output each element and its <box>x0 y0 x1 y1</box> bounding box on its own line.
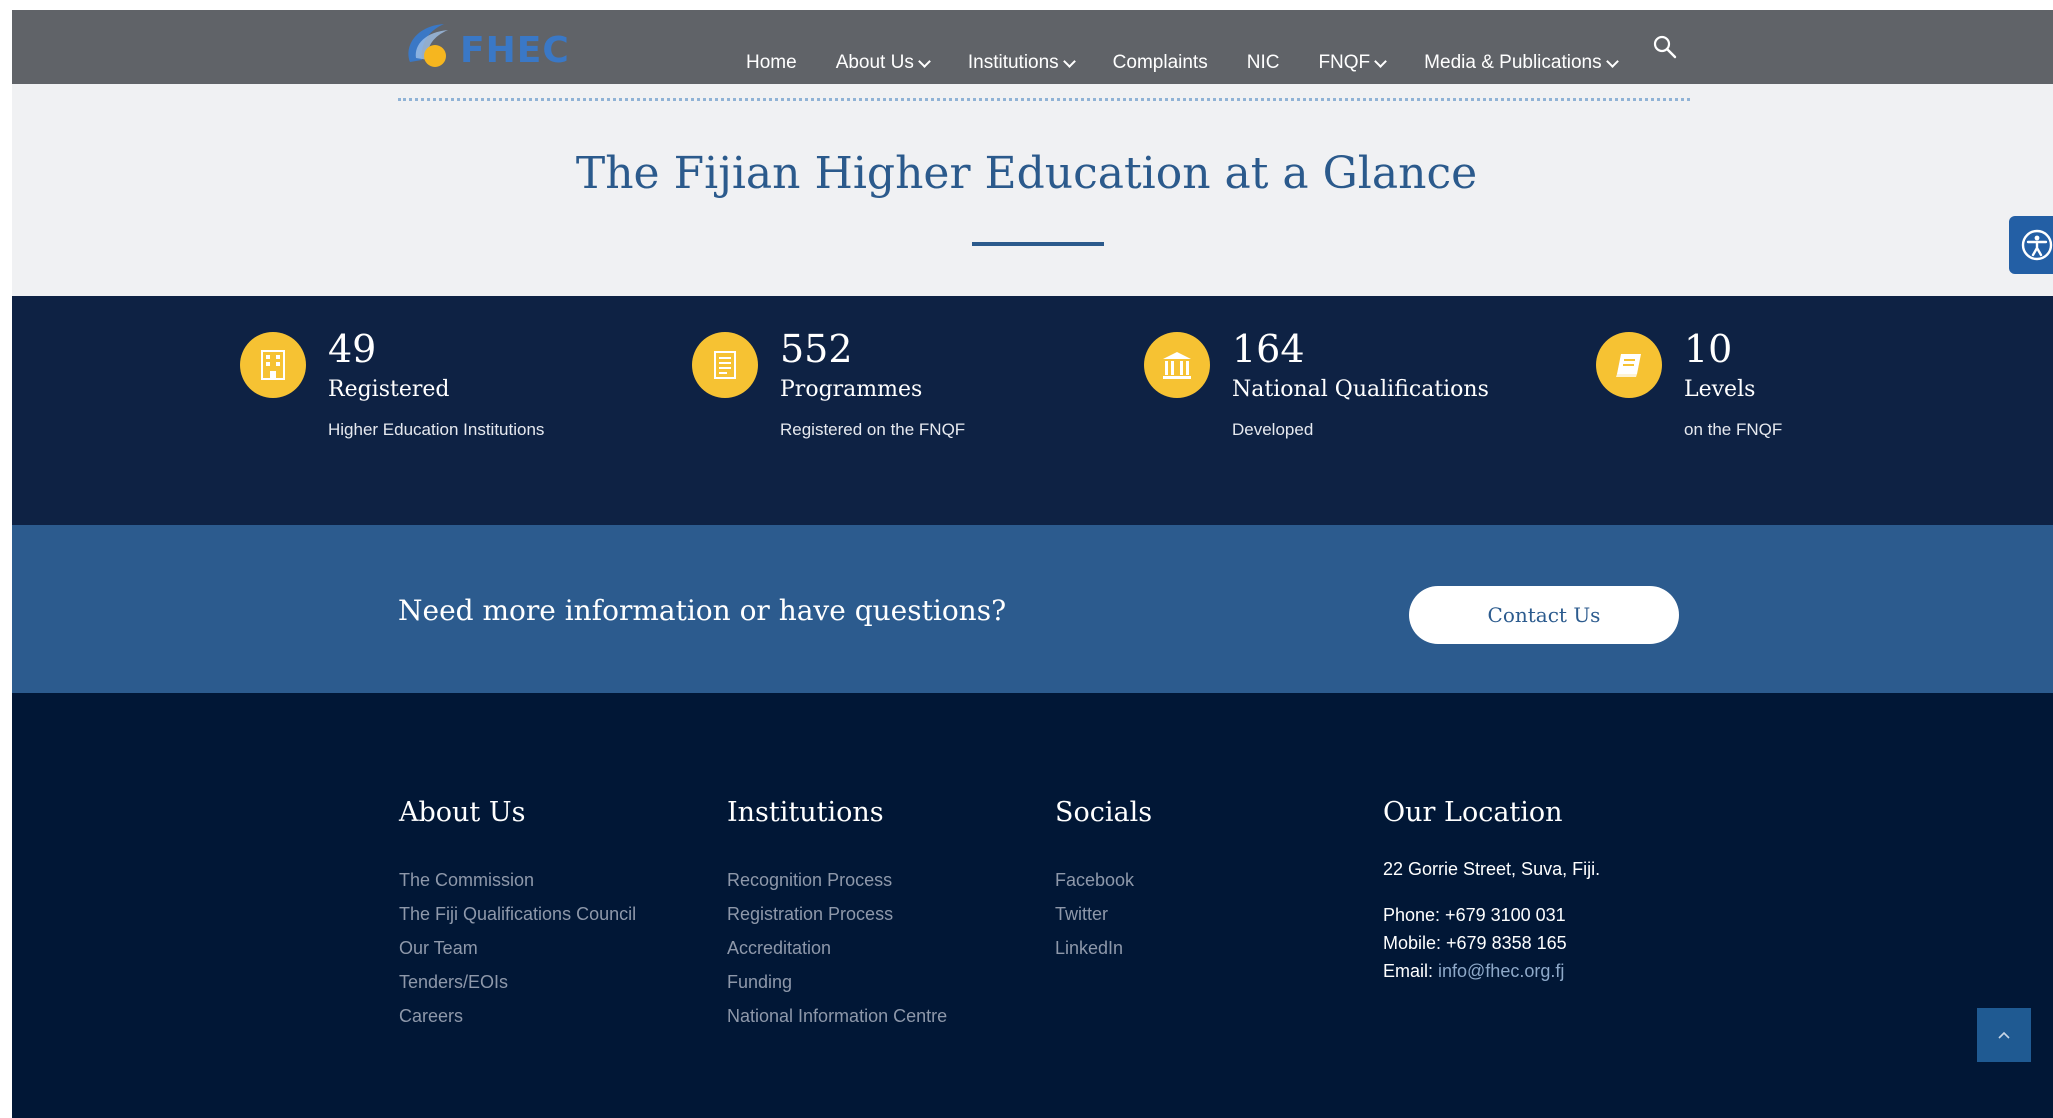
footer-link-commission[interactable]: The Commission <box>399 863 636 897</box>
stat-number: 164 <box>1232 327 1305 371</box>
stat-subtext: Higher Education Institutions <box>328 420 545 439</box>
stat-subtext: Developed <box>1232 420 1314 439</box>
nav-about-us[interactable]: About Us <box>835 52 931 74</box>
nav-complaints[interactable]: Complaints <box>1113 52 1208 74</box>
book-icon <box>1596 332 1662 398</box>
chevron-down-icon <box>1605 54 1619 68</box>
footer-location-column: Our Location 22 Gorrie Street, Suva, Fij… <box>1383 795 1600 985</box>
footer-institutions-column: Institutions Recognition Process Registr… <box>727 795 947 1033</box>
footer-link-recognition[interactable]: Recognition Process <box>727 863 947 897</box>
nav-about-us-label: About Us <box>835 52 914 73</box>
footer-socials-title: Socials <box>1055 797 1153 828</box>
footer-about-title: About Us <box>399 797 526 828</box>
stat-number: 49 <box>328 327 377 371</box>
logo-text: FHEC <box>460 30 570 71</box>
chevron-up-icon <box>1998 1031 2010 1039</box>
nav-home[interactable]: Home <box>746 52 797 74</box>
footer-about-column: About Us The Commission The Fiji Qualifi… <box>399 795 636 1033</box>
stat-label: National Qualifications <box>1232 377 1489 402</box>
footer-email-link[interactable]: info@fhec.org.fj <box>1438 961 1564 981</box>
page-title: The Fijian Higher Education at a Glance <box>575 148 1478 199</box>
title-underline <box>972 242 1104 246</box>
footer-institutions-title: Institutions <box>727 797 884 828</box>
nav-home-label: Home <box>746 52 797 73</box>
building-icon <box>240 332 306 398</box>
stat-label: Registered <box>328 377 450 402</box>
footer-phone: Phone: +679 3100 031 <box>1383 905 1566 925</box>
institution-icon <box>1144 332 1210 398</box>
nav-media-publications[interactable]: Media & Publications <box>1424 52 1619 74</box>
contact-us-button[interactable]: Contact Us <box>1409 586 1679 644</box>
footer-address: 22 Gorrie Street, Suva, Fiji. <box>1383 859 1601 879</box>
search-icon[interactable] <box>1652 34 1678 60</box>
footer-link-registration[interactable]: Registration Process <box>727 897 947 931</box>
stat-number: 552 <box>780 327 853 371</box>
footer-link-nic[interactable]: National Information Centre <box>727 999 947 1033</box>
footer-mobile: Mobile: +679 8358 165 <box>1383 933 1567 953</box>
back-to-top-button[interactable] <box>1977 1008 2031 1062</box>
chevron-down-icon <box>917 54 931 68</box>
main-nav: Home About Us Institutions Complaints NI… <box>746 52 1656 74</box>
footer-link-our-team[interactable]: Our Team <box>399 931 636 965</box>
dotted-divider <box>398 98 1690 101</box>
nav-complaints-label: Complaints <box>1112 52 1208 73</box>
nav-institutions-label: Institutions <box>967 52 1059 73</box>
footer-link-funding[interactable]: Funding <box>727 965 947 999</box>
nav-fnqf-label: FNQF <box>1318 52 1371 73</box>
footer-link-facebook[interactable]: Facebook <box>1055 863 1152 897</box>
site-footer: About Us The Commission The Fiji Qualifi… <box>12 693 2053 1118</box>
footer-email-row: Email: info@fhec.org.fj <box>1383 957 1600 985</box>
stat-subtext: Registered on the FNQF <box>780 420 966 439</box>
nav-fnqf[interactable]: FNQF <box>1318 52 1388 74</box>
cta-section: Need more information or have questions?… <box>12 525 2053 693</box>
nav-nic[interactable]: NIC <box>1247 52 1280 74</box>
nav-institutions[interactable]: Institutions <box>967 52 1076 74</box>
document-icon <box>692 332 758 398</box>
chevron-down-icon <box>1062 54 1076 68</box>
footer-socials-column: Socials Facebook Twitter LinkedIn <box>1055 795 1152 965</box>
stat-label: Levels <box>1684 377 1756 402</box>
chevron-down-icon <box>1374 54 1388 68</box>
nav-nic-label: NIC <box>1246 52 1280 73</box>
accessibility-button[interactable] <box>2009 216 2053 274</box>
footer-link-linkedin[interactable]: LinkedIn <box>1055 931 1152 965</box>
site-header: FHEC Home About Us Institutions Complain… <box>12 10 2053 84</box>
footer-link-qualifications-council[interactable]: The Fiji Qualifications Council <box>399 897 636 931</box>
stat-label: Programmes <box>780 377 923 402</box>
accessibility-icon <box>2021 229 2053 261</box>
footer-link-careers[interactable]: Careers <box>399 999 636 1033</box>
cta-text: Need more information or have questions? <box>398 594 1007 627</box>
stat-subtext: on the FNQF <box>1684 420 1783 439</box>
footer-link-twitter[interactable]: Twitter <box>1055 897 1152 931</box>
stat-number: 10 <box>1684 327 1733 371</box>
footer-link-tenders[interactable]: Tenders/EOIs <box>399 965 636 999</box>
footer-email-label: Email: <box>1383 961 1439 981</box>
footer-location-title: Our Location <box>1383 797 1563 828</box>
nav-media-publications-label: Media & Publications <box>1424 52 1602 73</box>
fhec-logo[interactable]: FHEC <box>402 16 569 76</box>
footer-link-accreditation[interactable]: Accreditation <box>727 931 947 965</box>
stats-section: 49 Registered Higher Education Instituti… <box>12 296 2053 525</box>
